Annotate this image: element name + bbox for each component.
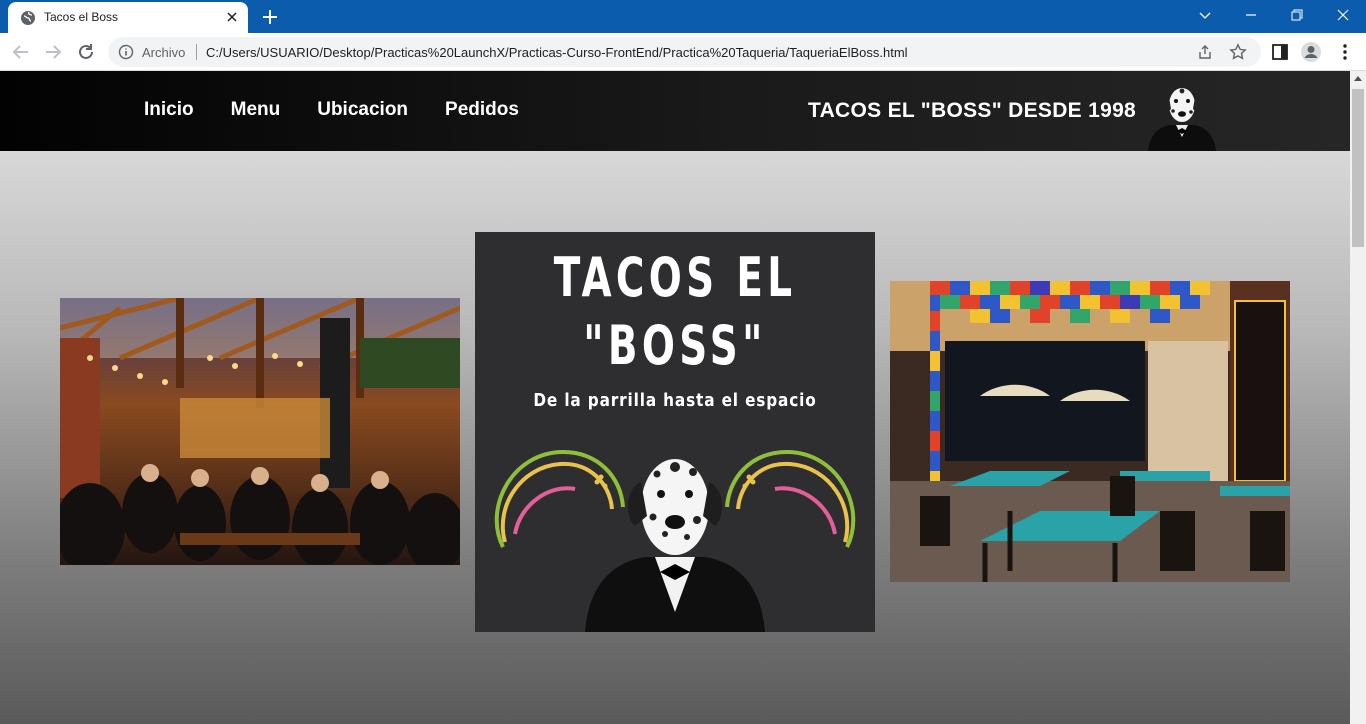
- poster-subtitle: De la parrilla hasta el espacio: [533, 390, 817, 411]
- site-header: Inicio Menu Ubicacion Pedidos TACOS EL "…: [0, 71, 1350, 151]
- page-viewport: Inicio Menu Ubicacion Pedidos TACOS EL "…: [0, 71, 1350, 724]
- poster-title-line1: TACOS EL: [553, 246, 797, 309]
- reload-icon[interactable]: [75, 41, 97, 63]
- nav-link-ubicacion[interactable]: Ubicacion: [317, 99, 408, 121]
- chevron-down-icon: [1199, 12, 1211, 19]
- plus-icon[interactable]: [260, 7, 280, 27]
- page-scrollbar[interactable]: [1350, 71, 1366, 724]
- main-nav: Inicio Menu Ubicacion Pedidos: [144, 99, 556, 121]
- address-divider: [196, 44, 197, 60]
- nav-link-menu[interactable]: Menu: [231, 99, 281, 121]
- close-window-icon: [1337, 9, 1349, 21]
- minimize-button[interactable]: [1228, 0, 1274, 30]
- scrollbar-thumb[interactable]: [1352, 89, 1364, 247]
- browser-tab[interactable]: Tacos el Boss: [8, 2, 248, 33]
- restaurant-terrace-photo: [890, 281, 1290, 582]
- minimize-icon: [1246, 14, 1256, 16]
- tab-search-button[interactable]: [1182, 0, 1228, 30]
- dalmatian-boss-figure: [585, 459, 765, 632]
- taco-right-icon: [725, 449, 856, 548]
- kebab-menu-icon[interactable]: [1334, 41, 1356, 63]
- dalmatian-logo: [1148, 88, 1216, 151]
- close-window-button[interactable]: [1320, 0, 1366, 30]
- tab-title: Tacos el Boss: [44, 10, 119, 24]
- nav-link-inicio[interactable]: Inicio: [144, 99, 194, 121]
- side-panel-icon[interactable]: [1269, 41, 1291, 63]
- poster-illustration: [494, 449, 856, 632]
- restore-button[interactable]: [1274, 0, 1320, 30]
- poster-title-line2: "BOSS": [583, 314, 767, 377]
- tacos-el-boss-poster: TACOS EL "BOSS" De la parrilla hasta el …: [475, 232, 875, 632]
- forward-icon[interactable]: [42, 41, 64, 63]
- info-icon[interactable]: [118, 44, 134, 60]
- address-bar[interactable]: Archivo C:/Users/USUARIO/Desktop/Practic…: [108, 37, 1261, 67]
- back-icon[interactable]: [10, 41, 32, 63]
- close-icon[interactable]: [224, 9, 240, 25]
- taco-left-icon: [494, 449, 625, 548]
- address-scheme-label: Archivo: [142, 45, 186, 60]
- share-icon[interactable]: [1197, 44, 1213, 60]
- browser-toolbar: Archivo C:/Users/USUARIO/Desktop/Practic…: [0, 33, 1366, 71]
- tab-strip: Tacos el Boss: [0, 0, 1366, 33]
- restaurant-interior-photo: [60, 298, 460, 565]
- star-icon[interactable]: [1229, 43, 1247, 61]
- brand-title: TACOS EL "BOSS" DESDE 1998: [808, 99, 1137, 122]
- globe-icon: [21, 11, 35, 25]
- url-text[interactable]: C:/Users/USUARIO/Desktop/Practicas%20Lau…: [206, 45, 908, 60]
- scroll-up-arrow-icon[interactable]: [1354, 75, 1362, 81]
- nav-link-pedidos[interactable]: Pedidos: [445, 99, 519, 121]
- restore-icon: [1291, 9, 1303, 21]
- profile-icon[interactable]: [1300, 41, 1322, 63]
